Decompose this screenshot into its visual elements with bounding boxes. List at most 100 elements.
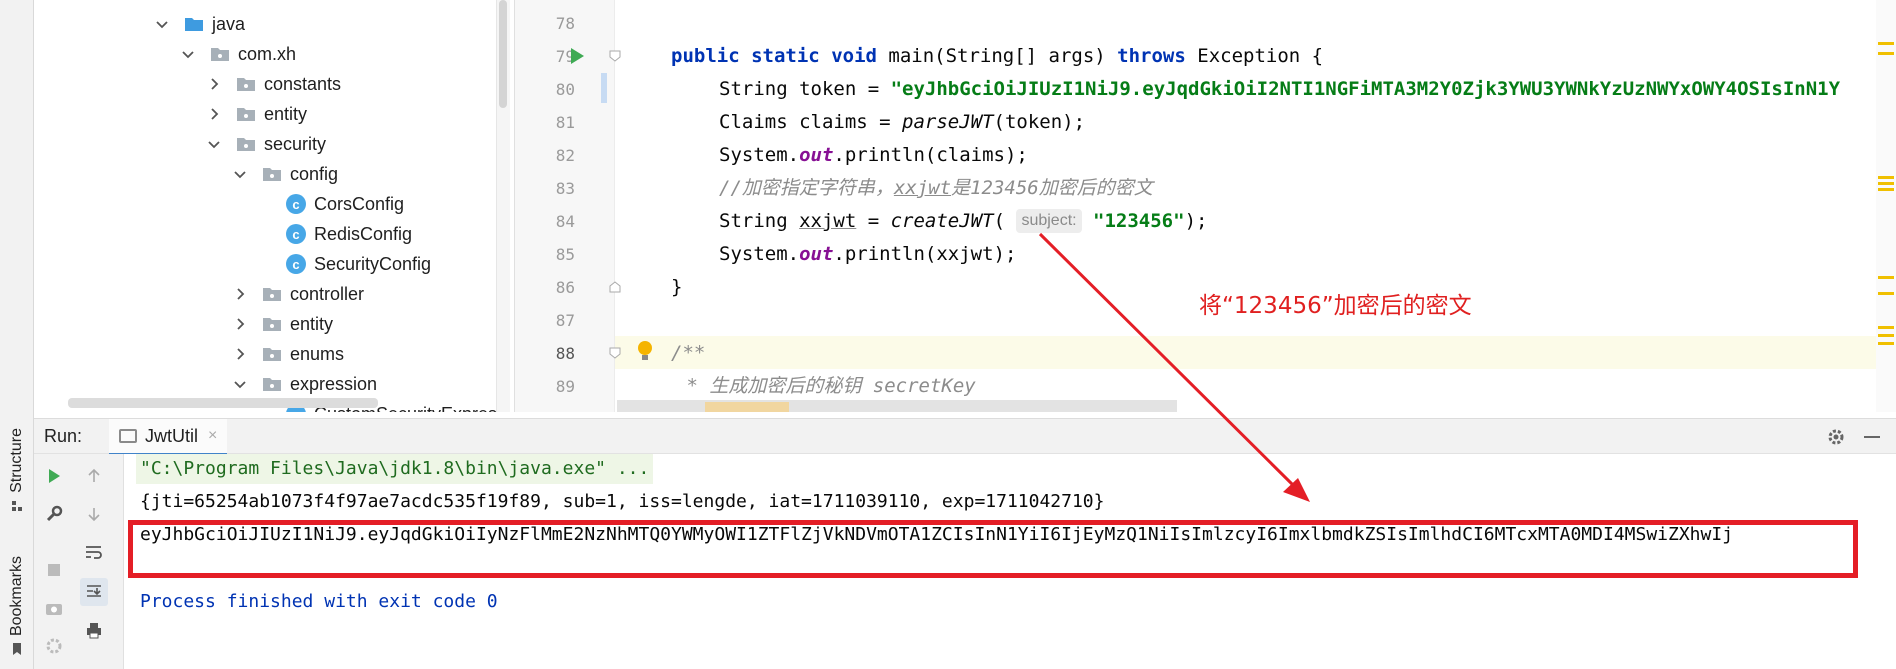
gear-icon[interactable]	[1826, 427, 1846, 447]
tree-horizontal-scrollbar[interactable]	[68, 398, 378, 408]
tree-item-label: CorsConfig	[314, 193, 405, 214]
chevron-right-icon[interactable]	[206, 106, 222, 122]
tree-item-securityconfig[interactable]: c SecurityConfig	[286, 249, 431, 279]
line-number: 78	[555, 14, 575, 33]
stripe-marker[interactable]	[1878, 182, 1894, 185]
camera-button[interactable]	[42, 596, 66, 620]
code-editor[interactable]: 78 79 80 81 82 83 84 85 86 87 88 89 publ…	[514, 0, 1896, 412]
scroll-up-button[interactable]	[82, 464, 106, 488]
chevron-down-icon[interactable]	[180, 46, 196, 62]
stripe-marker[interactable]	[1878, 276, 1894, 279]
tree-item-config[interactable]: config	[232, 159, 338, 189]
settings-wrench-button[interactable]	[42, 502, 66, 526]
tree-item-entity-2[interactable]: entity	[232, 309, 333, 339]
tree-item-label: security	[264, 133, 327, 154]
run-tab-jwtutil[interactable]: JwtUtil ×	[109, 419, 228, 455]
left-tool-strip: Structure Bookmarks	[0, 0, 34, 669]
package-icon	[237, 78, 255, 91]
arrow-down-icon	[88, 508, 100, 522]
bookmark-icon	[13, 643, 21, 656]
package-icon	[211, 48, 229, 61]
chevron-down-icon[interactable]	[232, 166, 248, 182]
line-number: 88	[555, 344, 575, 363]
chevron-right-icon[interactable]	[232, 286, 248, 302]
chevron-right-icon[interactable]	[206, 76, 222, 92]
chevron-right-icon[interactable]	[232, 316, 248, 332]
code-text: System.	[719, 243, 800, 265]
run-label: Run:	[44, 426, 83, 446]
comment: //加密指定字符串，	[719, 177, 894, 199]
tree-item-security[interactable]: security	[206, 129, 326, 159]
stripe-marker[interactable]	[1878, 342, 1894, 345]
tree-item-constants[interactable]: constants	[206, 69, 341, 99]
run-main-icon[interactable]	[571, 48, 584, 64]
code-text: Claims claims =	[719, 111, 903, 133]
stripe-marker[interactable]	[1878, 334, 1894, 337]
stripe-marker[interactable]	[1878, 176, 1894, 179]
tree-item-entity[interactable]: entity	[206, 99, 307, 129]
lightbulb-icon[interactable]	[635, 339, 655, 363]
close-icon[interactable]: ×	[208, 427, 217, 445]
stripe-marker[interactable]	[1878, 52, 1894, 55]
tree-item-expression[interactable]: expression	[232, 369, 377, 399]
run-toolbar	[34, 454, 124, 669]
parameter-hint: subject:	[1016, 209, 1082, 233]
editor-error-stripe[interactable]	[1876, 0, 1896, 412]
tree-item-redisconfig[interactable]: c RedisConfig	[286, 219, 412, 249]
bug-gear-icon	[46, 638, 62, 654]
string-literal: "123456"	[1093, 210, 1185, 232]
chevron-right-icon[interactable]	[232, 346, 248, 362]
chevron-down-icon[interactable]	[154, 16, 170, 32]
stop-icon	[48, 564, 60, 576]
print-button[interactable]	[82, 618, 106, 642]
code-text: main(String[] args)	[876, 45, 1118, 67]
keyword: public	[671, 45, 740, 67]
stripe-marker[interactable]	[1878, 326, 1894, 329]
chevron-down-icon[interactable]	[232, 376, 248, 392]
stripe-marker[interactable]	[1878, 292, 1894, 295]
structure-tab[interactable]: Structure	[2, 428, 32, 513]
chevron-down-icon[interactable]	[206, 136, 222, 152]
editor-horizontal-scrollbar[interactable]	[617, 400, 1177, 412]
fold-icon[interactable]	[609, 281, 621, 293]
tree-item-corsconfig[interactable]: c CorsConfig	[286, 189, 404, 219]
fold-icon[interactable]	[609, 50, 621, 62]
play-icon	[49, 469, 60, 483]
code-text: String token =	[719, 78, 891, 100]
vcs-change-marker[interactable]	[601, 73, 607, 103]
code-text: Exception {	[1185, 45, 1324, 67]
annotation-label: 将“123456”加密后的密文	[1199, 293, 1472, 319]
tree-item-label: constants	[264, 73, 342, 94]
console-claims-line: {jti=65254ab1073f4f97ae7acdc535f19f89, s…	[140, 491, 1105, 512]
tree-item-enums[interactable]: enums	[232, 339, 344, 369]
minimize-icon[interactable]	[1864, 436, 1880, 438]
fold-icon[interactable]	[609, 347, 621, 359]
run-tab-label: JwtUtil	[145, 425, 198, 446]
arrow-up-icon	[88, 468, 100, 482]
tree-scrollbar-thumb[interactable]	[499, 0, 507, 108]
scroll-down-button[interactable]	[82, 502, 106, 526]
string-literal: "eyJhbGciOiJIUzI1NiJ9.eyJqdGkiOiI2NTI1NG…	[890, 78, 1841, 100]
code-text: =	[856, 210, 891, 232]
stop-button[interactable]	[42, 558, 66, 582]
structure-tab-label: Structure	[8, 428, 25, 493]
package-icon	[263, 348, 281, 361]
soft-wrap-button[interactable]	[82, 540, 106, 564]
rerun-button[interactable]	[42, 464, 66, 488]
scroll-to-end-button[interactable]	[80, 578, 108, 606]
stripe-marker[interactable]	[1878, 42, 1894, 45]
tree-item-controller[interactable]: controller	[232, 279, 364, 309]
debug-settings-button[interactable]	[42, 634, 66, 658]
editor-scrollbar-thumb[interactable]	[705, 402, 789, 412]
variable: xxjwt	[799, 210, 857, 232]
code-line-81: Claims claims = parseJWT(token);	[719, 106, 1085, 139]
bookmarks-tab-label: Bookmarks	[8, 556, 25, 637]
stripe-marker[interactable]	[1878, 188, 1894, 191]
bookmarks-tab[interactable]: Bookmarks	[2, 556, 32, 656]
tree-item-java[interactable]: java	[154, 9, 245, 39]
comment: secretKey	[872, 375, 976, 397]
code-line-89: * 生成加密后的秘钥 secretKey	[675, 370, 976, 403]
tree-item-label: expression	[290, 373, 378, 394]
static-field: out	[799, 243, 834, 265]
tree-item-com-xh[interactable]: com.xh	[180, 39, 296, 69]
